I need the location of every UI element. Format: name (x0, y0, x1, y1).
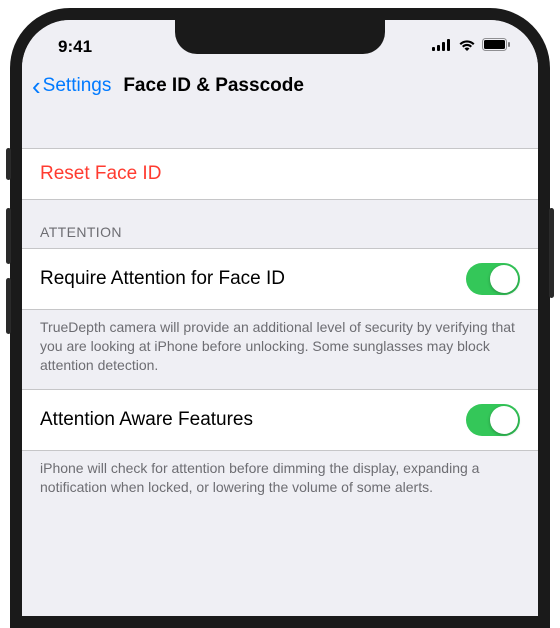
attention-aware-toggle[interactable] (466, 404, 520, 436)
status-time: 9:41 (58, 37, 92, 57)
reset-face-id-cell[interactable]: Reset Face ID (22, 148, 538, 200)
volume-down-button (6, 278, 11, 334)
reset-face-id-label: Reset Face ID (40, 163, 161, 185)
require-attention-label: Require Attention for Face ID (40, 268, 285, 290)
battery-icon (482, 38, 510, 56)
attention-aware-footer: iPhone will check for attention before d… (22, 451, 538, 511)
screen: 9:41 (22, 20, 538, 616)
volume-up-button (6, 208, 11, 264)
require-attention-cell: Require Attention for Face ID (22, 248, 538, 310)
power-button (549, 208, 554, 298)
toggle-knob (490, 406, 518, 434)
page-title: Face ID & Passcode (123, 75, 304, 97)
status-icons (432, 38, 510, 56)
cellular-signal-icon (432, 38, 452, 56)
wifi-icon (458, 38, 476, 56)
notch (175, 20, 385, 54)
chevron-back-icon: ‹ (32, 73, 41, 99)
nav-bar: ‹ Settings Face ID & Passcode (22, 64, 538, 110)
back-label: Settings (43, 75, 112, 97)
require-attention-toggle[interactable] (466, 263, 520, 295)
device-frame: 9:41 (10, 8, 550, 628)
attention-aware-label: Attention Aware Features (40, 409, 253, 431)
mute-switch (6, 148, 11, 180)
require-attention-footer: TrueDepth camera will provide an additio… (22, 310, 538, 389)
back-button[interactable]: ‹ Settings (32, 73, 111, 99)
attention-aware-cell: Attention Aware Features (22, 389, 538, 451)
toggle-knob (490, 265, 518, 293)
attention-section-header: ATTENTION (22, 200, 538, 248)
section-spacer (22, 110, 538, 148)
